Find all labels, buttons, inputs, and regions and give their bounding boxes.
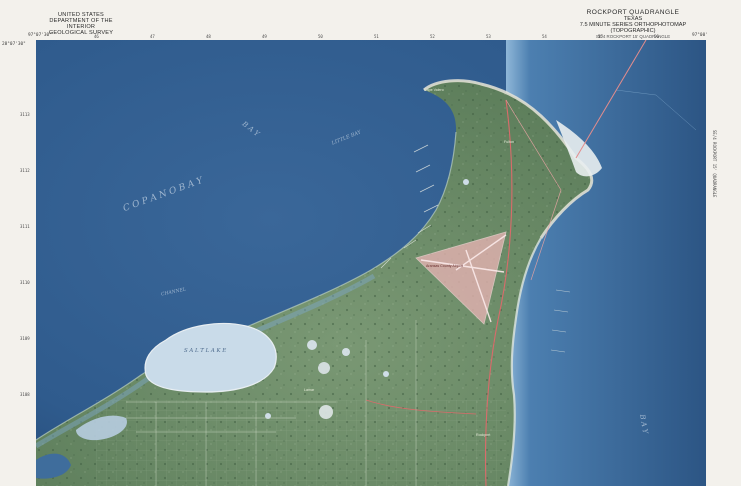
pond <box>318 362 330 374</box>
corner-longitude-left: 97°07'30" <box>28 33 52 38</box>
pond <box>463 179 469 185</box>
corner-latitude-left: 28°07'30" <box>2 42 26 47</box>
quadrangle-note: SE/4 ROCKPORT 15' QUADRANGLE <box>595 33 671 39</box>
pond <box>319 405 333 419</box>
top-tick: 50 <box>318 34 323 39</box>
airport-label: Aransas County Airport <box>426 264 463 268</box>
map-canvas <box>36 40 706 486</box>
left-tick: 3111 <box>20 224 30 229</box>
salt-lake-label: S A L T L A K E <box>184 348 227 354</box>
rockport-label: Rockport <box>476 433 491 437</box>
top-tick: 55 <box>598 34 603 39</box>
right-margin-note: SE/4 ROCKPORT 15' QUADRANGLE <box>712 130 717 198</box>
map-sheet: UNITED STATES DEPARTMENT OF THE INTERIOR… <box>0 0 741 486</box>
pond <box>342 348 350 356</box>
top-tick: 51 <box>374 34 379 39</box>
left-tick: 3110 <box>20 280 30 285</box>
lamar-label: Lamar <box>304 388 315 392</box>
agency-line-2: DEPARTMENT OF THE INTERIOR <box>49 17 113 30</box>
left-tick: 3113 <box>20 112 30 117</box>
corner-longitude-right: 97°00' <box>692 33 708 38</box>
quadrangle-title: ROCKPORT QUADRANGLE TEXAS 7.5 MINUTE SER… <box>558 9 708 39</box>
top-tick: 49 <box>262 34 267 39</box>
left-tick: 3112 <box>20 168 30 173</box>
left-tick: 3109 <box>20 336 30 341</box>
top-tick: 48 <box>206 34 211 39</box>
top-tick: 52 <box>430 34 435 39</box>
orthophoto-map[interactable]: C O P A N O B A Y B A Y LITTLE BAY CHANN… <box>36 40 706 486</box>
top-tick: 47 <box>150 34 155 39</box>
top-tick: 46 <box>94 34 99 39</box>
fulton-label: Fulton <box>504 140 514 144</box>
top-tick: 54 <box>542 34 547 39</box>
top-tick: 53 <box>486 34 491 39</box>
pond <box>307 340 317 350</box>
street-grid <box>96 400 506 486</box>
pond <box>383 371 389 377</box>
left-tick: 3108 <box>20 392 30 397</box>
series-name: 7.5 MINUTE SERIES ORTHOPHOTOMAP (TOPOGRA… <box>579 21 687 34</box>
top-tick: 56 <box>654 34 659 39</box>
cape-label: Cape Valero <box>424 88 444 92</box>
